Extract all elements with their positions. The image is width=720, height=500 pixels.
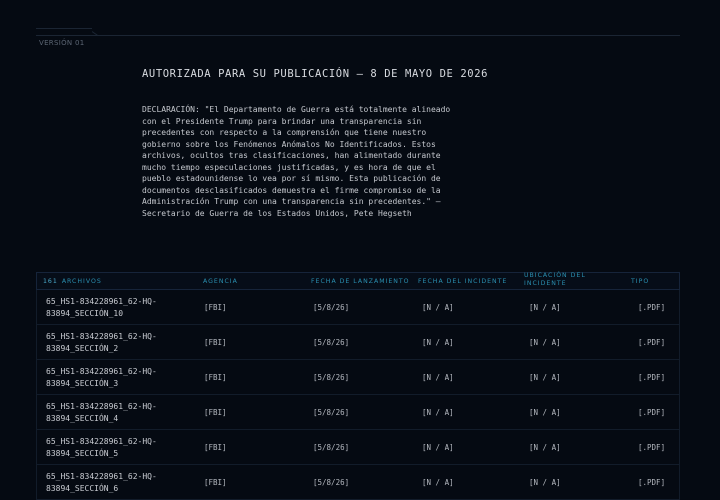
file-name[interactable]: 65_HS1-834228961_62-HQ-83894_SECCIÓN_4 [46,401,186,425]
file-name[interactable]: 65_HS1-834228961_62-HQ-83894_SECCIÓN_2 [46,331,186,355]
launch-date-cell: [5/8/26] [313,478,350,487]
file-type-cell: [.PDF] [638,303,666,312]
file-name[interactable]: 65_HS1-834228961_62-HQ-83894_SECCIÓN_5 [46,436,186,460]
files-header-label: ARCHIVOS [61,277,102,285]
column-header-launch-date[interactable]: FECHA DE LANZAMIENTO [311,278,410,285]
file-type-cell: [.PDF] [638,373,666,382]
launch-date-cell: [5/8/26] [313,408,350,417]
incident-location-cell: [N / A] [529,443,561,452]
table-header: 161 ARCHIVOS AGENCIA FECHA DE LANZAMIENTO… [36,272,680,290]
launch-date-cell: [5/8/26] [313,373,350,382]
table-body: 65_HS1-834228961_62-HQ-83894_SECCIÓN_10 [… [36,290,680,500]
incident-date-cell: [N / A] [422,303,454,312]
file-type-cell: [.PDF] [638,338,666,347]
header-decoration-slant [92,28,102,35]
file-name[interactable]: 65_HS1-834228961_62-HQ-83894_SECCIÓN_10 [46,296,186,320]
agency-cell: [FBI] [204,338,227,347]
column-header-agency[interactable]: AGENCIA [203,278,238,285]
incident-location-cell: [N / A] [529,338,561,347]
release-title: AUTORIZADA PARA SU PUBLICACIÓN – 8 DE MA… [142,68,489,80]
incident-date-cell: [N / A] [422,478,454,487]
file-name[interactable]: 65_HS1-834228961_62-HQ-83894_SECCIÓN_3 [46,366,186,390]
agency-cell: [FBI] [204,303,227,312]
column-header-files[interactable]: 161 ARCHIVOS [43,278,102,285]
launch-date-cell: [5/8/26] [313,338,350,347]
file-count: 161 [43,277,58,285]
table-row[interactable]: 65_HS1-834228961_62-HQ-83894_SECCIÓN_10 [… [36,290,680,325]
incident-location-cell: [N / A] [529,478,561,487]
release-statement: DECLARACIÓN: "El Departamento de Guerra … [142,105,451,218]
table-row[interactable]: 65_HS1-834228961_62-HQ-83894_SECCIÓN_4 [F… [36,395,680,430]
version-label: VERSIÓN 01 [39,39,85,47]
files-table: 161 ARCHIVOS AGENCIA FECHA DE LANZAMIENTO… [36,272,680,500]
column-header-incident-location[interactable]: UBICACIÓN DEL INCIDENTE [524,272,604,287]
file-type-cell: [.PDF] [638,408,666,417]
incident-date-cell: [N / A] [422,408,454,417]
column-header-incident-date[interactable]: FECHA DEL INCIDENTE [418,278,507,285]
table-row[interactable]: 65_HS1-834228961_62-HQ-83894_SECCIÓN_2 [F… [36,325,680,360]
file-type-cell: [.PDF] [638,443,666,452]
agency-cell: [FBI] [204,408,227,417]
incident-location-cell: [N / A] [529,373,561,382]
file-name[interactable]: 65_HS1-834228961_62-HQ-83894_SECCIÓN_6 [46,471,186,495]
header-divider [36,35,680,36]
table-row[interactable]: 65_HS1-834228961_62-HQ-83894_SECCIÓN_3 [F… [36,360,680,395]
incident-date-cell: [N / A] [422,373,454,382]
table-row[interactable]: 65_HS1-834228961_62-HQ-83894_SECCIÓN_6 [F… [36,465,680,500]
incident-location-cell: [N / A] [529,408,561,417]
launch-date-cell: [5/8/26] [313,303,350,312]
column-header-type[interactable]: TIPO [631,278,649,285]
file-type-cell: [.PDF] [638,478,666,487]
incident-location-cell: [N / A] [529,303,561,312]
incident-date-cell: [N / A] [422,443,454,452]
agency-cell: [FBI] [204,373,227,382]
table-row[interactable]: 65_HS1-834228961_62-HQ-83894_SECCIÓN_5 [F… [36,430,680,465]
agency-cell: [FBI] [204,478,227,487]
agency-cell: [FBI] [204,443,227,452]
launch-date-cell: [5/8/26] [313,443,350,452]
incident-date-cell: [N / A] [422,338,454,347]
